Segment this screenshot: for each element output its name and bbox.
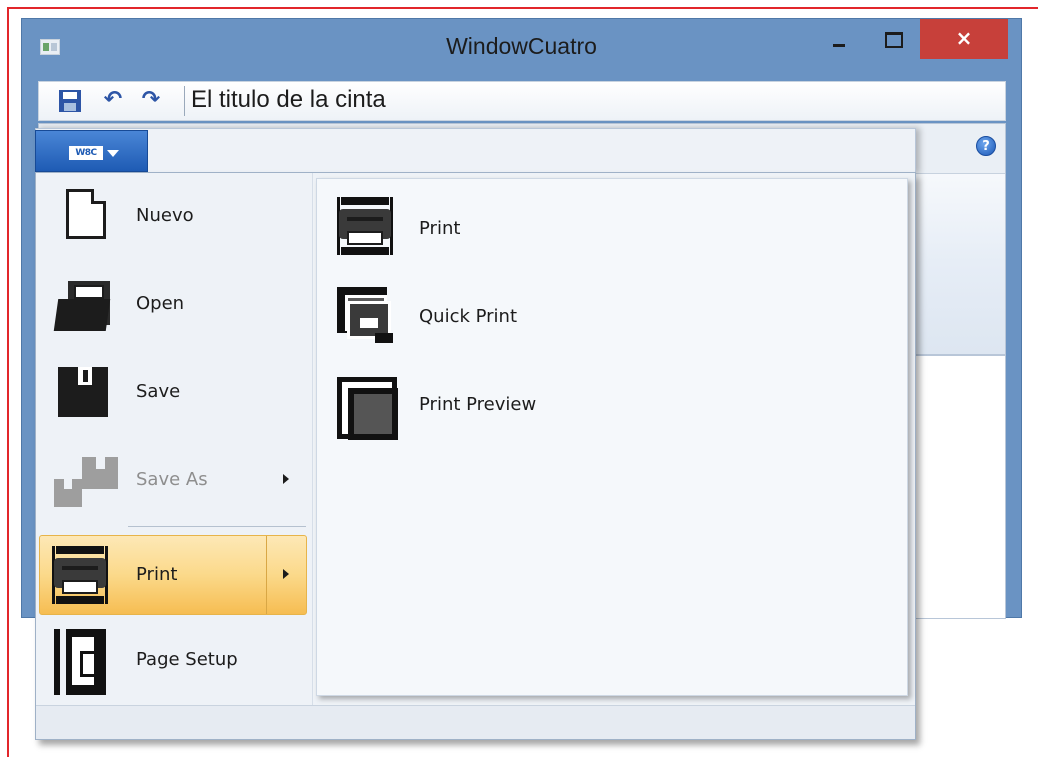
save-icon[interactable] xyxy=(59,90,81,112)
menu-item-label: Save xyxy=(136,381,181,402)
application-menu-button[interactable]: W8C xyxy=(35,130,148,172)
app-menu-header xyxy=(35,128,916,174)
redo-icon[interactable]: ↷ xyxy=(139,86,163,114)
quick-print-icon xyxy=(337,287,395,345)
menu-item-save-as: Save As xyxy=(40,441,308,521)
menu-item-print[interactable]: Print xyxy=(39,535,307,615)
print-preview-icon xyxy=(337,377,398,440)
menu-item-label: Page Setup xyxy=(136,649,238,670)
help-icon[interactable]: ? xyxy=(976,136,996,156)
menu-divider xyxy=(312,173,313,705)
submenu-arrow-icon[interactable] xyxy=(283,569,289,579)
toolbar-separator xyxy=(184,86,185,116)
menu-item-label: Open xyxy=(136,293,185,314)
new-document-icon xyxy=(66,189,106,239)
chevron-down-icon xyxy=(107,150,119,157)
submenu-item-print-preview[interactable]: Print Preview xyxy=(333,367,893,445)
maximize-button[interactable] xyxy=(874,27,912,57)
quick-access-toolbar: ↶ ↷ El titulo de la cinta xyxy=(38,81,1006,121)
close-button[interactable]: × xyxy=(920,19,1008,59)
outer-border-top xyxy=(8,7,1038,9)
menu-item-open[interactable]: Open xyxy=(40,265,308,345)
open-folder-icon xyxy=(53,277,111,333)
app-menu-items: Nuevo Open Save Save As Print Page Setup xyxy=(36,173,312,705)
submenu-arrow-icon xyxy=(283,474,289,484)
submenu-item-label: Print Preview xyxy=(419,394,537,415)
print-submenu: Print Quick Print Print Preview xyxy=(316,178,908,696)
save-icon xyxy=(58,367,108,417)
submenu-item-label: Print xyxy=(419,218,461,239)
window-title: WindowCuatro xyxy=(446,33,597,59)
ribbon-title: El titulo de la cinta xyxy=(191,86,386,113)
menu-item-label: Save As xyxy=(136,469,208,490)
page-setup-icon xyxy=(54,629,106,695)
application-menu: Nuevo Open Save Save As Print Page Setup… xyxy=(35,172,916,740)
submenu-item-label: Quick Print xyxy=(419,306,518,327)
submenu-split xyxy=(266,536,267,614)
menu-item-label: Print xyxy=(136,564,178,585)
submenu-item-print[interactable]: Print xyxy=(333,191,893,269)
printer-icon xyxy=(52,546,108,604)
menu-item-nuevo[interactable]: Nuevo xyxy=(40,177,308,257)
app-menu-footer xyxy=(36,705,915,739)
menu-separator xyxy=(128,526,306,527)
app-logo: W8C xyxy=(69,146,103,160)
save-as-icon xyxy=(54,453,118,509)
outer-border-left xyxy=(7,7,9,757)
menu-item-label: Nuevo xyxy=(136,205,194,226)
printer-icon xyxy=(337,197,393,255)
undo-icon[interactable]: ↶ xyxy=(101,86,125,114)
minimize-button[interactable] xyxy=(819,27,857,57)
title-bar[interactable]: WindowCuatro × xyxy=(22,19,1021,79)
submenu-item-quick-print[interactable]: Quick Print xyxy=(333,279,893,357)
menu-item-page-setup[interactable]: Page Setup xyxy=(40,621,308,701)
menu-item-save[interactable]: Save xyxy=(40,353,308,433)
